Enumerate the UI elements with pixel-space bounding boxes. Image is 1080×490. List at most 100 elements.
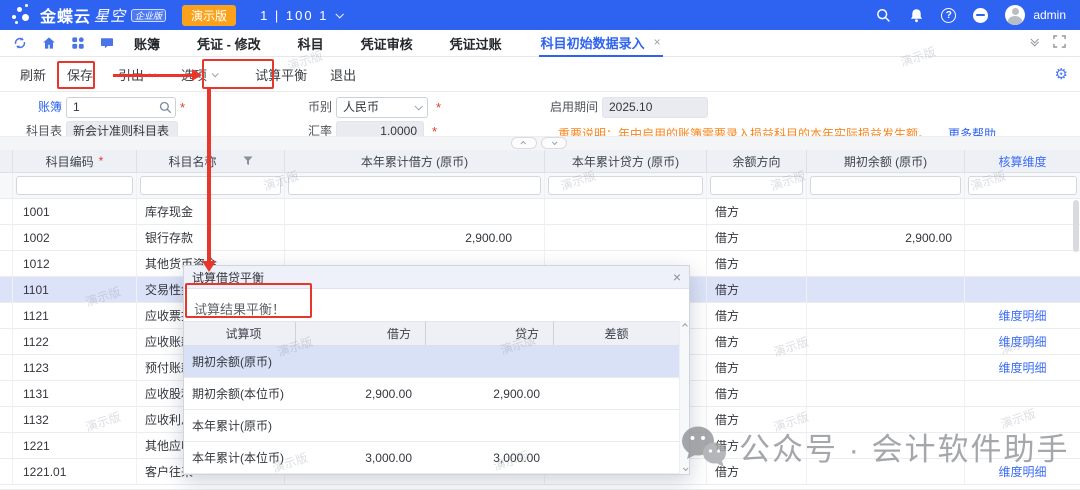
app-window: 金蝶云 星空 企业版 演示版 1 | 100 1 ? admin 账簿 凭 <box>0 0 1080 490</box>
avatar[interactable] <box>1005 5 1025 25</box>
filter-panel: 账簿 1 * 科目表 新会计准则科目表 币别 人民币 * 汇率 1.0000 *… <box>0 92 1080 150</box>
cell-dimension-link[interactable]: 维度明细 <box>965 459 1080 484</box>
cell-opening: 2,900.00 <box>807 225 965 250</box>
cell-direction: 借方 <box>707 303 807 328</box>
cell-direction: 借方 <box>707 251 807 276</box>
opening-filter-input[interactable] <box>810 176 961 195</box>
grid-filter-row <box>0 173 1080 199</box>
currency-select[interactable]: 人民币 <box>336 97 428 118</box>
dialog-cell-debit: 2,900.00 <box>296 378 426 409</box>
org-switcher[interactable]: 1 | 100 1 <box>260 8 342 23</box>
edition-badge: 企业版 <box>131 9 166 22</box>
dialog-cell-debit <box>296 410 426 441</box>
cell-dimension-link[interactable] <box>965 381 1080 406</box>
header-account-name[interactable]: 科目名称 <box>137 150 285 172</box>
dialog-table-header: 试算项 借方 贷方 差额 <box>184 321 689 346</box>
org-label: 1 | 100 1 <box>260 8 328 23</box>
cell-dimension-link[interactable] <box>965 199 1080 224</box>
help-icon[interactable]: ? <box>941 8 956 23</box>
header-label: 期初余额 (原币) <box>844 153 927 170</box>
dialog-header-debit: 借方 <box>296 322 426 345</box>
home-icon[interactable] <box>42 36 56 50</box>
gear-icon[interactable]: ⚙ <box>1055 65 1068 83</box>
dialog-cell-debit <box>296 346 426 377</box>
cell-dimension-link[interactable] <box>965 225 1080 250</box>
dialog-cell-credit <box>426 410 554 441</box>
cell-dimension-link[interactable] <box>965 433 1080 458</box>
do-not-disturb-icon[interactable] <box>973 8 988 23</box>
cell-dimension-link[interactable] <box>965 277 1080 302</box>
direction-filter-input[interactable] <box>710 176 803 195</box>
cell-ytd-credit <box>545 225 707 250</box>
debit-filter-input[interactable] <box>288 176 541 195</box>
credit-filter-input[interactable] <box>548 176 703 195</box>
header-opening-balance[interactable]: 期初余额 (原币) <box>807 150 965 172</box>
lookup-search-icon[interactable] <box>159 101 172 114</box>
filter-funnel-icon[interactable] <box>243 156 253 166</box>
cell-account-code: 1123 <box>13 355 137 380</box>
dimension-filter-input[interactable] <box>968 176 1077 195</box>
header-direction[interactable]: 余额方向 <box>707 150 807 172</box>
cell-ytd-credit <box>545 199 707 224</box>
collapse-up-button[interactable] <box>511 137 537 149</box>
dialog-scrollbar[interactable] <box>679 321 689 474</box>
cell-account-code: 1132 <box>13 407 137 432</box>
search-icon[interactable] <box>875 7 891 23</box>
dialog-row[interactable]: 本年累计(本位币) 3,000.00 3,000.00 <box>184 442 689 474</box>
exit-button[interactable]: 退出 <box>330 65 356 84</box>
header-account-code[interactable]: 科目编码 * <box>13 150 137 172</box>
header-label: 科目编码 <box>46 153 94 170</box>
collapse-tabs-icon[interactable] <box>1031 40 1037 46</box>
header-label: 本年累计借方 (原币) <box>361 153 468 170</box>
menu-item-voucher-edit[interactable]: 凭证 - 修改 <box>197 34 261 53</box>
dialog-cell-item: 本年累计(本位币) <box>184 442 296 473</box>
cell-direction: 借方 <box>707 329 807 354</box>
cell-account-code: 1221.01 <box>13 459 137 484</box>
annotation-box-trial-balance <box>202 59 274 89</box>
annotation-arrow-down-head <box>202 261 216 272</box>
table-row[interactable]: 1001 库存现金 借方 <box>0 199 1080 225</box>
cell-direction: 借方 <box>707 459 807 484</box>
dialog-header-item: 试算项 <box>184 322 296 345</box>
table-row[interactable]: 1002 银行存款 2,900.00 借方 2,900.00 <box>0 225 1080 251</box>
message-icon[interactable] <box>100 36 114 50</box>
menu-item-account[interactable]: 科目 <box>298 34 324 53</box>
bell-icon[interactable] <box>908 7 924 23</box>
cell-dimension-link[interactable] <box>965 407 1080 432</box>
dialog-row[interactable]: 本年累计(原币) <box>184 410 689 442</box>
partial-row <box>0 485 1080 490</box>
cell-dimension-link[interactable]: 维度明细 <box>965 355 1080 380</box>
fullscreen-icon[interactable] <box>1053 35 1066 51</box>
header-ytd-credit[interactable]: 本年累计贷方 (原币) <box>545 150 707 172</box>
header-dimension[interactable]: 核算维度 <box>965 150 1080 172</box>
cell-dimension-link[interactable]: 维度明细 <box>965 303 1080 328</box>
currency-label: 币别 <box>270 97 332 118</box>
dialog-row[interactable]: 期初余额(本位币) 2,900.00 2,900.00 <box>184 378 689 410</box>
dialog-close-icon[interactable]: × <box>673 270 681 284</box>
collapse-strip <box>0 136 1080 150</box>
cell-opening <box>807 251 965 276</box>
cell-account-code: 1221 <box>13 433 137 458</box>
dialog-cell-credit: 2,900.00 <box>426 378 554 409</box>
menu-item-ledger[interactable]: 账簿 <box>134 34 160 53</box>
dialog-cell-item: 本年累计(原币) <box>184 410 296 441</box>
refresh-button[interactable]: 刷新 <box>20 65 46 84</box>
period-label: 启用期间 <box>536 97 598 118</box>
sync-icon[interactable] <box>13 36 27 50</box>
code-filter-input[interactable] <box>16 176 133 195</box>
cell-dimension-link[interactable]: 维度明细 <box>965 329 1080 354</box>
cell-dimension-link[interactable] <box>965 251 1080 276</box>
header-ytd-debit[interactable]: 本年累计借方 (原币) <box>285 150 545 172</box>
required-marker: * <box>99 154 104 168</box>
apps-grid-icon[interactable] <box>71 36 85 50</box>
menu-item-voucher-post[interactable]: 凭证过账 <box>450 34 502 53</box>
brand-subname: 星空 <box>94 5 126 26</box>
menu-item-voucher-audit[interactable]: 凭证审核 <box>361 34 413 53</box>
cell-direction: 借方 <box>707 407 807 432</box>
grid-scrollbar[interactable] <box>1073 200 1079 252</box>
tab-close-icon[interactable]: × <box>654 35 661 49</box>
book-label[interactable]: 账簿 <box>0 97 62 118</box>
dialog-row-selected[interactable]: 期初余额(原币) <box>184 346 689 378</box>
collapse-down-button[interactable] <box>541 137 567 149</box>
tab-initial-data-entry[interactable]: 科目初始数据录入 × <box>539 30 663 57</box>
